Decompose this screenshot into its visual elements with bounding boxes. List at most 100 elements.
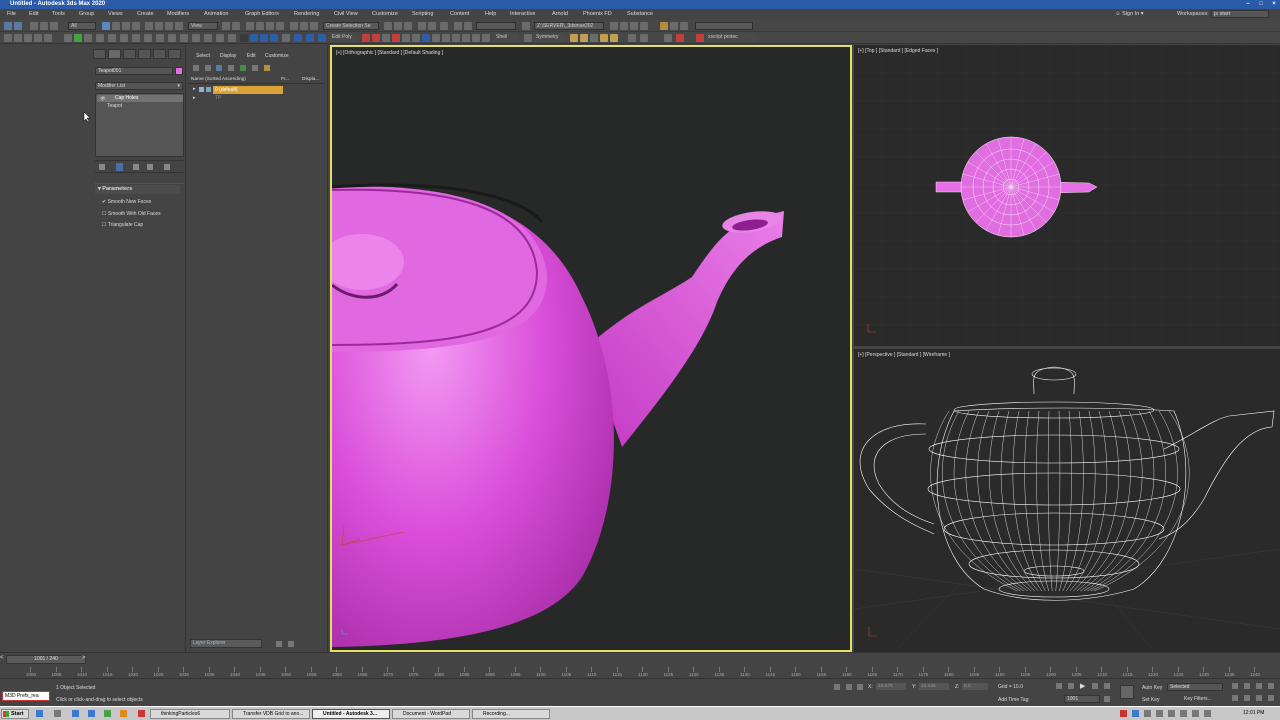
current-frame-field[interactable]: 1001	[1064, 695, 1100, 703]
selected-set-dropdown[interactable]: Selected	[1167, 683, 1223, 691]
pyramid-icon[interactable]	[306, 34, 314, 42]
eye-icon[interactable]: 👁	[100, 95, 106, 102]
eye-icon[interactable]	[199, 87, 204, 92]
ref-coord-dropdown[interactable]: View	[188, 22, 218, 30]
create-system-icon[interactable]	[204, 34, 212, 42]
extra-dropdown[interactable]	[695, 22, 753, 30]
modifier-list-dropdown[interactable]: Modifier List ▾	[95, 82, 183, 90]
sign-in-link[interactable]: ☺ Sign In ▾	[1115, 9, 1144, 20]
next-key-icon[interactable]	[1092, 683, 1098, 689]
menu-animation[interactable]: Animation	[204, 9, 228, 20]
create-plane-icon[interactable]	[74, 34, 82, 42]
quicklaunch-1-icon[interactable]	[36, 710, 43, 717]
settings-icon[interactable]	[640, 22, 648, 30]
toggle-ribbon-icon[interactable]	[404, 22, 412, 30]
tube-icon[interactable]	[318, 34, 326, 42]
utilities-tab[interactable]	[168, 49, 181, 59]
render-preset-dropdown[interactable]	[476, 22, 516, 30]
zoom-icon[interactable]	[1232, 683, 1238, 689]
sub-9-icon[interactable]	[676, 34, 684, 42]
remove-modifier-icon[interactable]	[147, 164, 153, 170]
layer-name[interactable]: TP	[215, 95, 221, 101]
redo-icon[interactable]	[14, 22, 22, 30]
goto-end-icon[interactable]	[1104, 683, 1110, 689]
se-menu-display[interactable]: Display	[220, 53, 236, 59]
set-key-button[interactable]: Set Key	[1142, 697, 1160, 703]
layer-name[interactable]: 0 (default)	[213, 86, 283, 94]
layer-3-icon[interactable]	[228, 65, 234, 71]
menu-modifiers[interactable]: Modifiers	[167, 9, 189, 20]
play-icon[interactable]: ▶	[1080, 682, 1085, 690]
expand-icon[interactable]: ▸	[193, 95, 196, 101]
col-frozen[interactable]: Fr...	[281, 77, 289, 82]
create-tab[interactable]	[93, 49, 106, 59]
sub-5-icon[interactable]	[610, 34, 618, 42]
parameters-rollout-header[interactable]: ▾ Parameters	[95, 185, 180, 194]
modifier-4-icon[interactable]	[432, 34, 440, 42]
render-setup-icon[interactable]	[454, 22, 462, 30]
tray-4-icon[interactable]	[1156, 710, 1163, 717]
menu-customize[interactable]: Customize	[372, 9, 398, 20]
sub-8-icon[interactable]	[664, 34, 672, 42]
material-editor-icon[interactable]	[440, 22, 448, 30]
col-display[interactable]: Displa...	[302, 77, 319, 82]
curve-editor-icon[interactable]	[418, 22, 426, 30]
freeform-icon[interactable]	[14, 34, 22, 42]
task-wordpad[interactable]: Document - WordPad	[392, 709, 470, 719]
modifier-blue-icon[interactable]	[422, 34, 430, 42]
arnold-render-icon[interactable]	[670, 22, 678, 30]
hierarchy-tab[interactable]	[123, 49, 136, 59]
close-button[interactable]: ×	[1268, 0, 1280, 9]
menu-file[interactable]: File	[7, 9, 16, 20]
hemisphere-icon[interactable]	[282, 34, 290, 42]
create-layer-icon[interactable]	[205, 65, 211, 71]
create-sphere-icon[interactable]	[84, 34, 92, 42]
maximize-button[interactable]: □	[1255, 0, 1267, 9]
shell-button[interactable]: Shell	[494, 34, 518, 42]
selection-filter-dropdown[interactable]: All	[68, 22, 96, 30]
smooth-with-old-faces-checkbox[interactable]: ☐ Smooth With Old Faces	[102, 211, 161, 217]
modifier-6-icon[interactable]	[452, 34, 460, 42]
sub-1-icon[interactable]	[570, 34, 578, 42]
add-to-layer-icon[interactable]	[216, 65, 222, 71]
modifier-7-icon[interactable]	[462, 34, 470, 42]
layer-4-icon[interactable]	[240, 65, 246, 71]
sub-6-icon[interactable]	[628, 34, 636, 42]
task-thinkingparticles[interactable]: thinkingParticles6	[150, 709, 230, 719]
configure-sets-icon[interactable]	[164, 164, 170, 170]
auto-key-button[interactable]: Auto Key	[1142, 685, 1162, 691]
zoom-all-icon[interactable]	[1244, 683, 1250, 689]
mirror-icon[interactable]	[300, 22, 308, 30]
graphite-tool-icon[interactable]	[4, 34, 12, 42]
smooth-new-faces-checkbox[interactable]: ✔ Smooth New Faces	[102, 199, 151, 205]
show-end-result-icon[interactable]	[116, 163, 123, 171]
menu-views[interactable]: Views	[108, 9, 123, 20]
sphere-dark-icon[interactable]	[270, 34, 278, 42]
object-paint-icon[interactable]	[34, 34, 42, 42]
toggle-scene-explorer-icon[interactable]	[384, 22, 392, 30]
menu-content[interactable]: Content	[450, 9, 469, 20]
bind-space-warp-icon[interactable]	[50, 22, 58, 30]
quicklaunch-4-icon[interactable]	[88, 710, 95, 717]
modifier-red-icon[interactable]	[362, 34, 370, 42]
render-production-icon[interactable]	[522, 22, 530, 30]
add-time-tag[interactable]: Add Time Tag	[998, 697, 1028, 703]
stack-item-teapot[interactable]: Teapot	[97, 103, 183, 110]
unlink-icon[interactable]	[40, 22, 48, 30]
object-color-swatch[interactable]	[175, 67, 183, 75]
triangulate-cap-checkbox[interactable]: ☐ Triangulate Cap	[102, 222, 143, 228]
create-camera-icon[interactable]	[156, 34, 164, 42]
viewport-orthographic[interactable]: [+] [Orthographic ] [Standard ] [Default…	[330, 45, 852, 652]
tray-1-icon[interactable]	[1120, 710, 1127, 717]
xscript-icon[interactable]	[696, 34, 704, 42]
quicklaunch-3-icon[interactable]	[72, 710, 79, 717]
edit-named-sel-icon[interactable]	[290, 22, 298, 30]
populate-icon[interactable]	[44, 34, 52, 42]
spinner-snap-icon[interactable]	[276, 22, 284, 30]
sub-7-icon[interactable]	[640, 34, 648, 42]
select-manipulate-icon[interactable]	[232, 22, 240, 30]
symmetry-button[interactable]: Symmetry	[534, 34, 564, 42]
menu-arnold[interactable]: Arnold	[552, 9, 568, 20]
z-coord-field[interactable]: 0.0	[962, 683, 988, 690]
create-box-icon[interactable]	[64, 34, 72, 42]
